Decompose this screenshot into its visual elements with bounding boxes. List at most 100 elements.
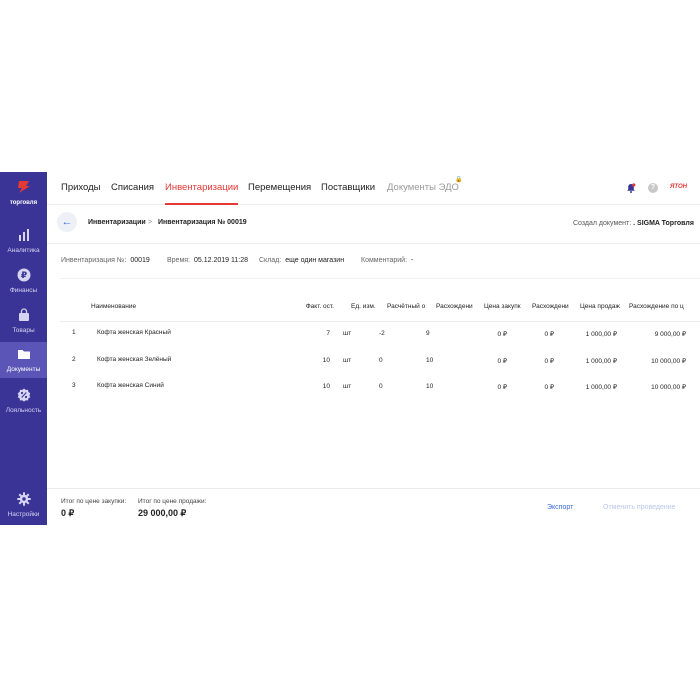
cell-index: 3 [72, 382, 76, 389]
meta-store: Склад: еще один магазин [259, 257, 344, 264]
sidebar-item-label: Товары [12, 327, 35, 334]
cell-calc: 0 [379, 357, 383, 364]
sidebar-item-settings[interactable]: Настройки [0, 492, 47, 522]
cell-calc: 0 [379, 383, 383, 390]
meta-comment-label: Комментарий: [361, 257, 408, 264]
cell-diff-sell: 10 000,00 ₽ [651, 384, 686, 391]
cell-diff: 10 [426, 383, 434, 390]
column-header-name[interactable]: Наименование [91, 303, 136, 310]
column-header-unit[interactable]: Ед. изм. [351, 303, 376, 310]
cell-diff-buy: 0 ₽ [544, 331, 554, 338]
divider [60, 278, 700, 279]
column-header-diff-sell[interactable]: Расхождение по ц [629, 303, 700, 310]
cell-unit: шт [343, 330, 352, 337]
total-buy-label: Итог по цене закупки: [61, 498, 127, 505]
divider [47, 243, 700, 244]
cell-fact: 7 [326, 330, 330, 337]
cell-unit: шт [343, 383, 352, 390]
sidebar-item-label: Финансы [9, 287, 38, 294]
bar-chart-icon [18, 229, 29, 241]
cell-buy-price: 0 ₽ [497, 384, 507, 391]
cell-name: Кофта женская Синий [97, 382, 164, 389]
sidebar-item-loyalty[interactable]: Лояльность [0, 388, 47, 418]
cell-fact: 10 [322, 383, 330, 390]
tab-write-offs[interactable]: Списания [111, 182, 154, 193]
creator-value: . SIGMA Торговля [633, 220, 694, 227]
meta-time: Время: 05.12.2019 11:28 [167, 257, 248, 264]
help-icon[interactable]: ? [648, 183, 658, 193]
cell-name: Кофта женская Зелёный [97, 356, 172, 363]
sidebar-item-goods[interactable]: Товары [0, 308, 47, 338]
cell-diff-buy: 0 ₽ [544, 384, 554, 391]
ruble-coin-icon: ₽ [17, 268, 30, 282]
tab-transfers[interactable]: Перемещения [248, 182, 311, 193]
cell-diff-buy: 0 ₽ [544, 358, 554, 365]
sidebar-item-analytics[interactable]: Аналитика [0, 228, 47, 258]
tab-suppliers[interactable]: Поставщики [321, 182, 375, 193]
meta-number-label: Инвентаризация №: [61, 257, 127, 264]
cell-diff-sell: 9 000,00 ₽ [654, 331, 686, 338]
column-header-fact[interactable]: Факт. ост. [298, 303, 334, 310]
meta-number-value: 00019 [130, 257, 150, 264]
percent-badge-icon [17, 388, 30, 402]
cell-sell-price: 1 000,00 ₽ [585, 358, 617, 365]
tab-receipts[interactable]: Приходы [61, 182, 101, 193]
sidebar-item-finance[interactable]: ₽ Финансы [0, 268, 47, 298]
bell-icon[interactable] [626, 183, 636, 193]
column-header-buy-price[interactable]: Цена закупк [484, 303, 524, 310]
sidebar-item-label: Документы [6, 366, 41, 373]
breadcrumb-separator: > [148, 219, 153, 226]
cell-calc: -2 [379, 330, 385, 337]
sidebar-item-label: Аналитика [7, 247, 40, 254]
breadcrumb-parent[interactable]: Инвентаризации [88, 219, 146, 226]
sidebar-item-label: Лояльность [5, 407, 42, 414]
cell-diff: 10 [426, 357, 434, 364]
cell-diff-sell: 10 000,00 ₽ [651, 358, 686, 365]
meta-time-value: 05.12.2019 11:28 [194, 257, 248, 264]
cancel-posting-button[interactable]: Отменить проведение [603, 504, 676, 511]
gear-icon [16, 492, 31, 506]
cell-fact: 10 [322, 357, 330, 364]
breadcrumb-current: Инвентаризация № 00019 [158, 219, 247, 226]
sidebar: торговля Аналитика ₽ Финансы Товары Доку… [0, 172, 47, 525]
brand-logo[interactable]: ЯТОН [670, 184, 687, 190]
meta-comment: Комментарий: - [361, 257, 413, 264]
document-creator: Создал документ: . SIGMA Торговля [573, 220, 694, 227]
svg-text:₽: ₽ [20, 271, 26, 281]
meta-time-label: Время: [167, 257, 191, 264]
column-header-calc[interactable]: Расчётный о [387, 303, 429, 310]
tab-inventories[interactable]: Инвентаризации [165, 182, 239, 205]
shopping-bag-icon [18, 308, 29, 321]
back-button[interactable]: ← [57, 212, 77, 232]
logo-mark-icon [17, 181, 30, 193]
arrow-left-icon: ← [61, 216, 73, 228]
total-buy-value: 0 ₽ [61, 508, 75, 518]
logo[interactable]: торговля [0, 180, 47, 206]
total-sell-label: Итог по цене продажи: [138, 498, 207, 505]
sidebar-item-documents[interactable]: Документы [0, 342, 47, 378]
table-header-divider [60, 321, 700, 322]
folder-icon [17, 350, 30, 359]
total-sell-value: 29 000,00 ₽ [138, 508, 187, 518]
cell-index: 1 [72, 329, 76, 336]
cell-sell-price: 1 000,00 ₽ [585, 384, 617, 391]
app-window: торговля Аналитика ₽ Финансы Товары Доку… [0, 172, 700, 525]
cell-buy-price: 0 ₽ [497, 331, 507, 338]
meta-number: Инвентаризация №: 00019 [61, 257, 150, 264]
export-button[interactable]: Экспорт [547, 504, 573, 511]
tab-edo-documents[interactable]: Документы ЭДО [387, 182, 459, 193]
column-header-sell-price[interactable]: Цена продаж [580, 303, 622, 310]
logo-text: торговля [9, 200, 38, 206]
cell-sell-price: 1 000,00 ₽ [585, 331, 617, 338]
cell-name: Кофта женская Красный [97, 329, 171, 336]
cell-unit: шт [343, 357, 352, 364]
cell-index: 2 [72, 356, 76, 363]
creator-label: Создал документ: [573, 220, 632, 227]
meta-comment-value: - [411, 257, 414, 264]
column-header-diff[interactable]: Расхождени [436, 303, 478, 310]
column-header-diff-buy[interactable]: Расхождени [532, 303, 574, 310]
cell-buy-price: 0 ₽ [497, 358, 507, 365]
divider [47, 488, 700, 489]
cell-diff: 9 [426, 330, 430, 337]
meta-store-label: Склад: [259, 257, 282, 264]
